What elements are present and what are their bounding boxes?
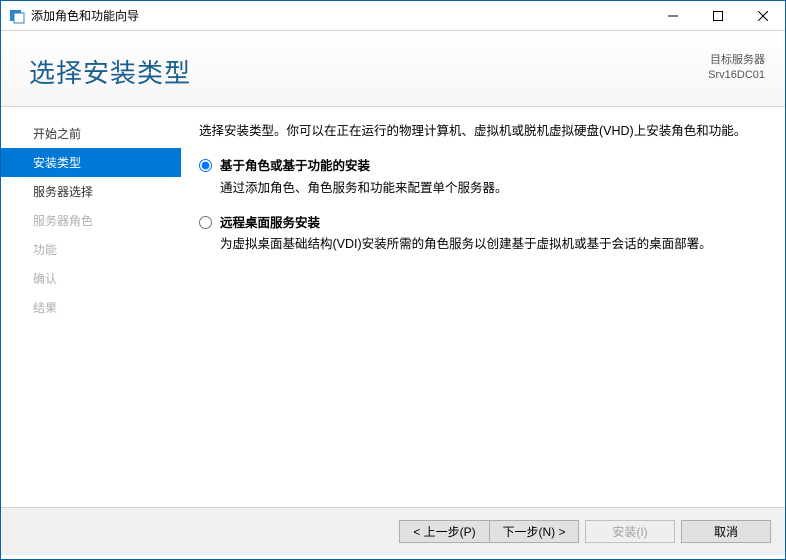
wizard-header: 选择安装类型 目标服务器 Srv16DC01 xyxy=(1,31,785,107)
target-label: 目标服务器 xyxy=(708,53,765,68)
step-before-you-begin[interactable]: 开始之前 xyxy=(1,119,181,148)
step-results: 结果 xyxy=(1,293,181,322)
option-role-based-title: 基于角色或基于功能的安装 xyxy=(220,156,508,177)
intro-text: 选择安装类型。你可以在正在运行的物理计算机、虚拟机或脱机虚拟硬盘(VHD)上安装… xyxy=(199,121,761,142)
titlebar: 添加角色和功能向导 xyxy=(1,1,785,31)
target-server: Srv16DC01 xyxy=(708,68,765,83)
option-rds-desc: 为虚拟桌面基础结构(VDI)安装所需的角色服务以创建基于虚拟机或基于会话的桌面部… xyxy=(220,234,712,255)
step-server-selection[interactable]: 服务器选择 xyxy=(1,177,181,206)
option-rds-title: 远程桌面服务安装 xyxy=(220,213,712,234)
window-title: 添加角色和功能向导 xyxy=(31,7,139,24)
wizard-content: 选择安装类型。你可以在正在运行的物理计算机、虚拟机或脱机虚拟硬盘(VHD)上安装… xyxy=(181,107,785,507)
option-role-based[interactable]: 基于角色或基于功能的安装 通过添加角色、角色服务和功能来配置单个服务器。 xyxy=(199,156,761,199)
minimize-button[interactable] xyxy=(650,1,695,31)
previous-button[interactable]: < 上一步(P) xyxy=(399,520,489,543)
step-installation-type[interactable]: 安装类型 xyxy=(1,148,181,177)
target-server-info: 目标服务器 Srv16DC01 xyxy=(708,53,765,84)
app-icon xyxy=(9,8,25,24)
wizard-steps-sidebar: 开始之前 安装类型 服务器选择 服务器角色 功能 确认 结果 xyxy=(1,107,181,507)
next-button[interactable]: 下一步(N) > xyxy=(489,520,579,543)
option-role-based-radio[interactable] xyxy=(199,159,212,172)
option-rds-radio[interactable] xyxy=(199,216,212,229)
close-button[interactable] xyxy=(740,1,785,31)
maximize-button[interactable] xyxy=(695,1,740,31)
wizard-footer: < 上一步(P) 下一步(N) > 安装(I) 取消 xyxy=(1,507,785,555)
option-rds[interactable]: 远程桌面服务安装 为虚拟桌面基础结构(VDI)安装所需的角色服务以创建基于虚拟机… xyxy=(199,213,761,256)
install-button: 安装(I) xyxy=(585,520,675,543)
cancel-button[interactable]: 取消 xyxy=(681,520,771,543)
step-features: 功能 xyxy=(1,235,181,264)
step-confirmation: 确认 xyxy=(1,264,181,293)
option-role-based-desc: 通过添加角色、角色服务和功能来配置单个服务器。 xyxy=(220,178,508,199)
step-server-roles: 服务器角色 xyxy=(1,206,181,235)
page-heading: 选择安装类型 xyxy=(29,53,191,90)
